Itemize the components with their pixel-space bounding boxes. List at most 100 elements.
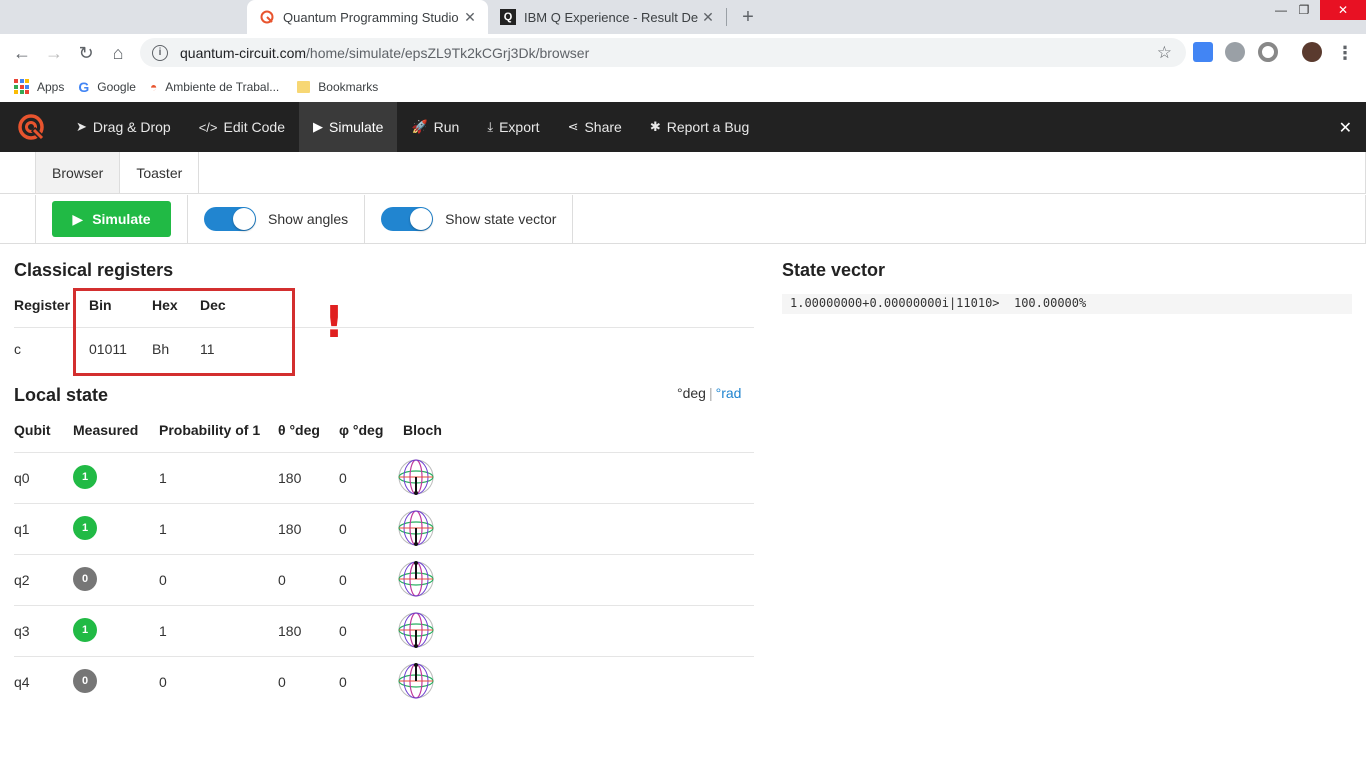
state-vector-title: State vector: [782, 260, 886, 280]
nav-label: Run: [433, 119, 460, 135]
nav-simulate[interactable]: ▶ Simulate: [299, 102, 398, 152]
drive-extension-icon[interactable]: [1225, 42, 1245, 62]
bookmarks-bar: Apps G Google ◓ Ambiente de Trabal... Bo…: [0, 71, 1366, 102]
probability-value: 0: [159, 572, 167, 588]
site-info-icon[interactable]: i: [152, 44, 168, 61]
measured-badge: 1: [73, 516, 97, 540]
apps-grid-icon: [14, 79, 29, 94]
units-rad-link[interactable]: °rad: [716, 385, 742, 401]
toggle-knob: [410, 208, 433, 230]
show-state-vector-toggle[interactable]: [381, 207, 434, 231]
theta-value: 180: [278, 470, 302, 486]
forward-icon[interactable]: →: [41, 40, 67, 66]
col-probability: Probability of 1: [159, 422, 261, 438]
tab-browser[interactable]: Browser: [36, 152, 121, 193]
nav-label: Share: [584, 119, 622, 135]
back-icon[interactable]: ←: [9, 40, 35, 66]
bloch-sphere-icon: [396, 508, 436, 548]
bookmark-star-icon[interactable]: ☆: [1157, 43, 1172, 63]
nav-export[interactable]: ⤓ Export: [473, 102, 553, 152]
simulator-tabs: Browser Toaster: [0, 152, 1366, 194]
address-bar[interactable]: i quantum-circuit.com/home/simulate/epsZ…: [140, 38, 1186, 67]
theta-value: 0: [278, 674, 286, 690]
omnibox-row: ← → ↻ ⌂ i quantum-circuit.com/home/simul…: [0, 34, 1366, 71]
tab-title: Quantum Programming Studio: [283, 9, 459, 25]
reload-icon[interactable]: ↻: [73, 40, 99, 66]
window-close-icon[interactable]: ✕: [1320, 0, 1366, 20]
bookmark-label: Google: [97, 79, 136, 94]
col-measured: Measured: [73, 422, 139, 438]
toggle-knob: [233, 208, 255, 230]
toolbar-filler: [573, 195, 1366, 243]
share-icon: ⋖: [567, 119, 579, 134]
bookmark-label: Bookmarks: [318, 79, 379, 94]
tab-close-icon[interactable]: ✕: [460, 9, 480, 26]
simulate-cell: ▶ Simulate: [36, 195, 188, 243]
local-state-title: Local state: [14, 385, 109, 405]
measured-badge: 1: [73, 465, 97, 489]
probability-value: 0: [159, 674, 167, 690]
google-icon: G: [78, 78, 90, 95]
tab-close-icon[interactable]: ✕: [698, 9, 718, 26]
simulate-button[interactable]: ▶ Simulate: [52, 201, 171, 237]
home-icon[interactable]: ⌂: [105, 40, 131, 66]
theta-value: 0: [278, 572, 286, 588]
url-path: /home/simulate/epsZL9Tk2kCGrj3Dk/browser: [306, 44, 590, 61]
translate-extension-icon[interactable]: [1193, 42, 1213, 62]
menu-dots-icon[interactable]: ⋮: [1332, 40, 1358, 66]
qubit-label: q1: [14, 521, 30, 537]
nav-report-bug[interactable]: ✱ Report a Bug: [636, 102, 763, 152]
extension-icon[interactable]: [1258, 42, 1278, 62]
measured-badge: 1: [73, 618, 97, 642]
units-deg-link[interactable]: °deg: [677, 385, 706, 401]
sv-amplitude: 1.00000000+0.00000000i: [790, 296, 949, 310]
row-divider: [14, 656, 754, 657]
nav-run[interactable]: 🚀 Run: [397, 102, 473, 152]
bookmark-ambiente[interactable]: ◓ Ambiente de Trabal...: [150, 80, 279, 94]
tab-separator: [726, 8, 727, 26]
show-state-vector-cell: Show state vector: [365, 195, 574, 243]
classical-registers-title: Classical registers: [14, 260, 174, 280]
theta-value: 180: [278, 623, 302, 639]
qubit-label: q3: [14, 623, 30, 639]
play-icon: ▶: [313, 119, 323, 134]
profile-avatar[interactable]: [1302, 42, 1322, 62]
sv-probability: 100.00000%: [1013, 296, 1087, 310]
nav-label: Drag & Drop: [92, 119, 171, 135]
col-register: Register: [14, 297, 71, 313]
units-separator: |: [708, 385, 713, 401]
sv-basis: |11010>: [948, 296, 1000, 310]
nav-share[interactable]: ⋖ Share: [554, 102, 636, 152]
rainbow-icon: ◓: [149, 79, 158, 94]
nav-label: Simulate: [329, 119, 384, 135]
browser-tab-ibm[interactable]: Q IBM Q Experience - Result Details ✕: [488, 0, 726, 34]
bookmark-google[interactable]: G Google: [78, 79, 136, 95]
bookmark-apps[interactable]: Apps: [14, 79, 64, 94]
tab-toaster[interactable]: Toaster: [120, 152, 200, 193]
exclamation-annotation: !: [324, 297, 345, 348]
phi-value: 0: [339, 623, 347, 639]
browser-tab-quantum[interactable]: Quantum Programming Studio ✕: [247, 0, 488, 34]
quantum-studio-logo-icon[interactable]: [0, 102, 62, 152]
nav-label: Export: [499, 119, 540, 135]
highlight-box: [73, 288, 295, 376]
tabs-spacer: [0, 152, 36, 193]
probability-value: 1: [159, 521, 167, 537]
new-tab-icon[interactable]: +: [736, 5, 760, 29]
col-bloch: Bloch: [403, 422, 442, 438]
qubit-label: q4: [14, 674, 30, 690]
show-angles-label: Show angles: [268, 211, 349, 227]
download-icon: ⤓: [487, 119, 494, 134]
simulate-label: Simulate: [92, 211, 151, 227]
show-angles-toggle[interactable]: [204, 207, 256, 231]
ibm-q-favicon-icon: Q: [500, 9, 516, 25]
register-name: c: [14, 341, 21, 357]
col-theta: θ °deg: [278, 422, 320, 438]
nav-drag-drop[interactable]: ➤ Drag & Drop: [62, 102, 185, 152]
nav-edit-code[interactable]: </> Edit Code: [185, 102, 299, 152]
bloch-sphere-icon: [396, 661, 436, 701]
probability-value: 1: [159, 470, 167, 486]
bookmark-folder[interactable]: Bookmarks: [297, 80, 378, 94]
close-icon[interactable]: ✕: [1339, 118, 1352, 138]
probability-value: 1: [159, 623, 167, 639]
